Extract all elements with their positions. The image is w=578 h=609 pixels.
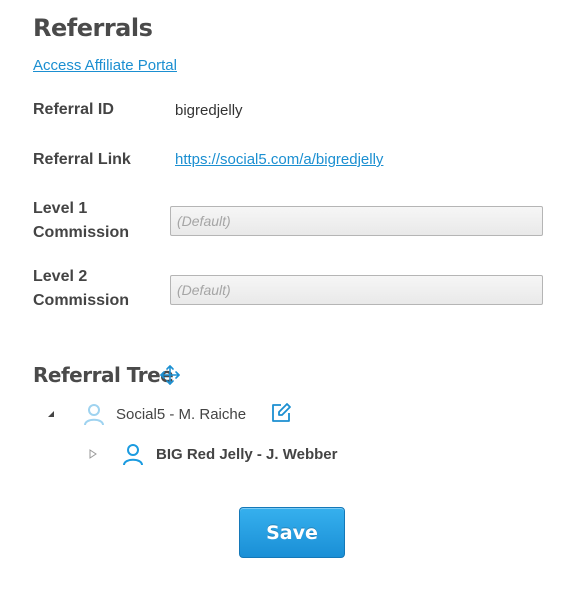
save-button[interactable]: Save	[239, 507, 345, 558]
tree-node-label[interactable]: BIG Red Jelly - J. Webber	[156, 446, 337, 463]
level2-commission-input[interactable]	[171, 276, 542, 304]
level1-label-line1: Level 1	[33, 200, 88, 217]
user-icon	[84, 404, 104, 426]
referral-id-label: Referral ID	[33, 101, 114, 118]
level2-label-line1: Level 2	[33, 268, 88, 285]
user-icon	[123, 444, 143, 466]
level1-commission-input[interactable]	[171, 207, 542, 235]
affiliate-portal-link[interactable]: Access Affiliate Portal	[33, 57, 177, 74]
referral-tree-title: Referral Tree	[33, 363, 174, 387]
level2-commission-label: Level 2 Commission	[33, 265, 129, 313]
referral-id-value: bigredjelly	[175, 102, 243, 119]
page-title: Referrals	[33, 14, 153, 42]
referral-link-label: Referral Link	[33, 151, 131, 168]
level2-label-line2: Commission	[33, 292, 130, 309]
move-arrows-icon[interactable]	[159, 364, 181, 386]
level1-commission-label: Level 1 Commission	[33, 197, 129, 245]
expanded-triangle-icon[interactable]	[46, 409, 56, 419]
collapsed-triangle-icon[interactable]	[88, 449, 98, 459]
tree-node-label[interactable]: Social5 - M. Raiche	[116, 406, 246, 423]
level1-commission-field[interactable]	[170, 206, 543, 236]
level1-label-line2: Commission	[33, 224, 130, 241]
edit-icon[interactable]	[270, 402, 292, 424]
referral-link-value[interactable]: https://social5.com/a/bigredjelly	[175, 151, 383, 168]
level2-commission-field[interactable]	[170, 275, 543, 305]
